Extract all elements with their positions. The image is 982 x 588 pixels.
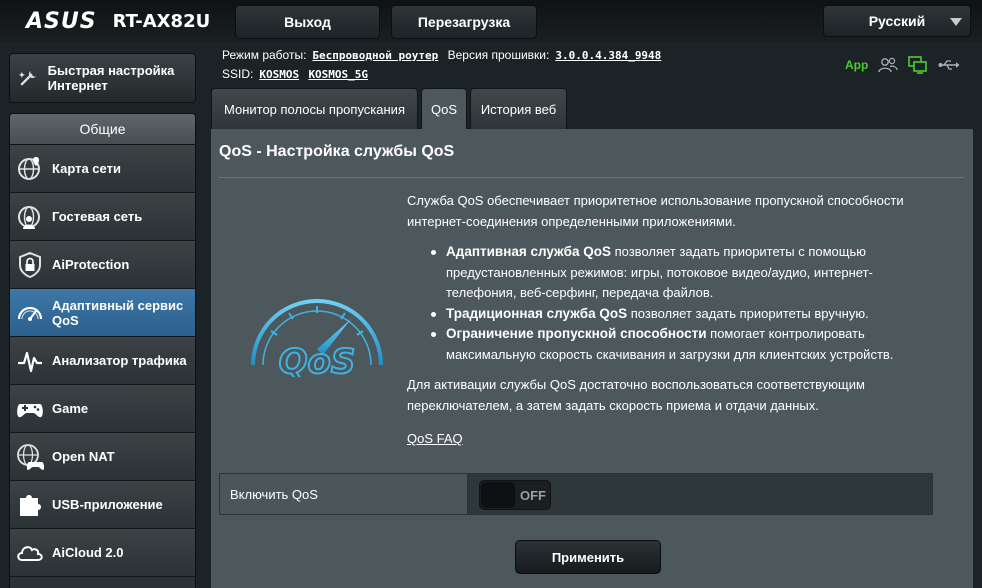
- language-select[interactable]: Русский: [823, 5, 971, 37]
- firmware-label: Версия прошивки:: [447, 48, 550, 62]
- ssid-label: SSID:: [222, 67, 254, 81]
- status-icons: App: [845, 56, 960, 74]
- sidebar-item-label: AiProtection: [52, 257, 130, 272]
- activation-text: Для активации службы QoS достаточно восп…: [407, 377, 865, 413]
- qos-panel: QoS - Настройка службы QoS QoS Служба Qo…: [211, 129, 973, 588]
- sidebar-item-label: Open NAT: [52, 449, 115, 464]
- tab-qos[interactable]: QoS: [421, 88, 467, 129]
- reboot-button[interactable]: Перезагрузка: [391, 5, 537, 39]
- sidebar-menu: Общие Карта сети Гостевая сеть AiProtect…: [9, 113, 196, 588]
- feature-list: Адаптивная служба QoS позволяет задать п…: [431, 242, 927, 365]
- quick-setup-label: Быстрая настройка Интернет: [47, 63, 175, 93]
- mode-label: Режим работы:: [222, 48, 307, 62]
- sidebar-section-title: Общие: [10, 114, 195, 145]
- cloud-icon: [17, 545, 43, 561]
- toggle-knob: [481, 482, 515, 508]
- enable-qos-value: OFF: [468, 474, 932, 514]
- globe-map-icon: [18, 156, 40, 180]
- qos-logo-text: QoS: [279, 342, 356, 377]
- sidebar-item-label: AiCloud 2.0: [52, 545, 124, 560]
- pulse-chart-icon: [18, 351, 42, 372]
- quick-setup-button[interactable]: Быстрая настройка Интернет: [9, 53, 196, 103]
- mode-link[interactable]: Беспроводной роутер: [312, 49, 438, 62]
- list-item: Традиционная служба QoS позволяет задать…: [431, 304, 927, 325]
- qos-speedometer-logo: QoS: [251, 299, 383, 377]
- logout-button[interactable]: Выход: [235, 5, 380, 39]
- sidebar-item-label: Анализатор трафика: [52, 353, 187, 368]
- asus-logo: ASUS: [26, 8, 97, 34]
- tab-bandwidth-monitor[interactable]: Монитор полосы пропускания: [211, 88, 418, 129]
- sidebar-item-game[interactable]: Game: [10, 385, 195, 433]
- enable-qos-label: Включить QoS: [220, 474, 468, 514]
- firmware-link[interactable]: 3.0.0.4.384_9948: [555, 49, 661, 62]
- globe-gamepad-icon: [17, 443, 45, 470]
- status-info: Режим работы: Беспроводной роутер Версия …: [222, 46, 667, 84]
- gamepad-icon: [17, 403, 43, 417]
- language-value: Русский: [868, 13, 926, 29]
- sidebar-item-label: USB-приложение: [52, 497, 163, 512]
- page-title: QoS - Настройка службы QoS: [219, 143, 455, 160]
- sidebar-item-aiprotection[interactable]: AiProtection: [10, 241, 195, 289]
- toggle-state: OFF: [520, 488, 546, 503]
- sidebar-item-aicloud[interactable]: AiCloud 2.0: [10, 529, 195, 577]
- chevron-down-icon: [950, 18, 962, 26]
- intro-text: Служба QoS обеспечивает приоритетное исп…: [407, 193, 904, 229]
- tab-web-history[interactable]: История веб: [470, 88, 567, 129]
- sidebar-item-label: Гостевая сеть: [52, 209, 143, 224]
- divider: [219, 177, 964, 178]
- sidebar-item-label: Game: [52, 401, 89, 416]
- qos-description: Служба QoS обеспечивает приоритетное исп…: [407, 191, 927, 416]
- sidebar-item-network-map[interactable]: Карта сети: [10, 145, 195, 193]
- sidebar-item-adaptive-qos[interactable]: Адаптивный сервис QoS: [10, 289, 195, 337]
- sidebar-item-open-nat[interactable]: Open NAT: [10, 433, 195, 481]
- enable-qos-toggle[interactable]: OFF: [479, 480, 551, 510]
- sidebar-item-label: Адаптивный сервис QoS: [52, 297, 184, 328]
- sidebar-item-label: Карта сети: [52, 161, 121, 176]
- brand: ASUS RT-AX82U: [26, 8, 211, 34]
- clients-icon[interactable]: [878, 57, 898, 73]
- wrench-wand-icon: [18, 71, 36, 86]
- sidebar-item-guest-network[interactable]: Гостевая сеть: [10, 193, 195, 241]
- sidebar-item-traffic-analyzer[interactable]: Анализатор трафика: [10, 337, 195, 385]
- apply-button[interactable]: Применить: [515, 540, 661, 574]
- puzzle-icon: [20, 494, 41, 516]
- globe-users-icon: [18, 205, 40, 229]
- list-item: Адаптивная служба QoS позволяет задать п…: [431, 242, 927, 304]
- ssid-link-1[interactable]: KOSMOS: [259, 68, 299, 81]
- shield-lock-icon: [19, 251, 41, 278]
- ssid-link-2[interactable]: KOSMOS_5G: [308, 68, 368, 81]
- speedometer-icon: [17, 306, 43, 321]
- router-model: RT-AX82U: [112, 10, 211, 32]
- qos-faq-link[interactable]: QoS FAQ: [407, 431, 463, 446]
- top-bar: ASUS RT-AX82U Выход Перезагрузка Русский: [0, 0, 982, 42]
- enable-qos-row: Включить QoS OFF: [219, 473, 933, 515]
- sidebar-item-usb-app[interactable]: USB-приложение: [10, 481, 195, 529]
- network-status-icon[interactable]: [908, 56, 928, 74]
- list-item: Ограничение пропускной способности помог…: [431, 324, 927, 365]
- usb-icon[interactable]: [938, 59, 960, 71]
- app-link[interactable]: App: [845, 58, 868, 72]
